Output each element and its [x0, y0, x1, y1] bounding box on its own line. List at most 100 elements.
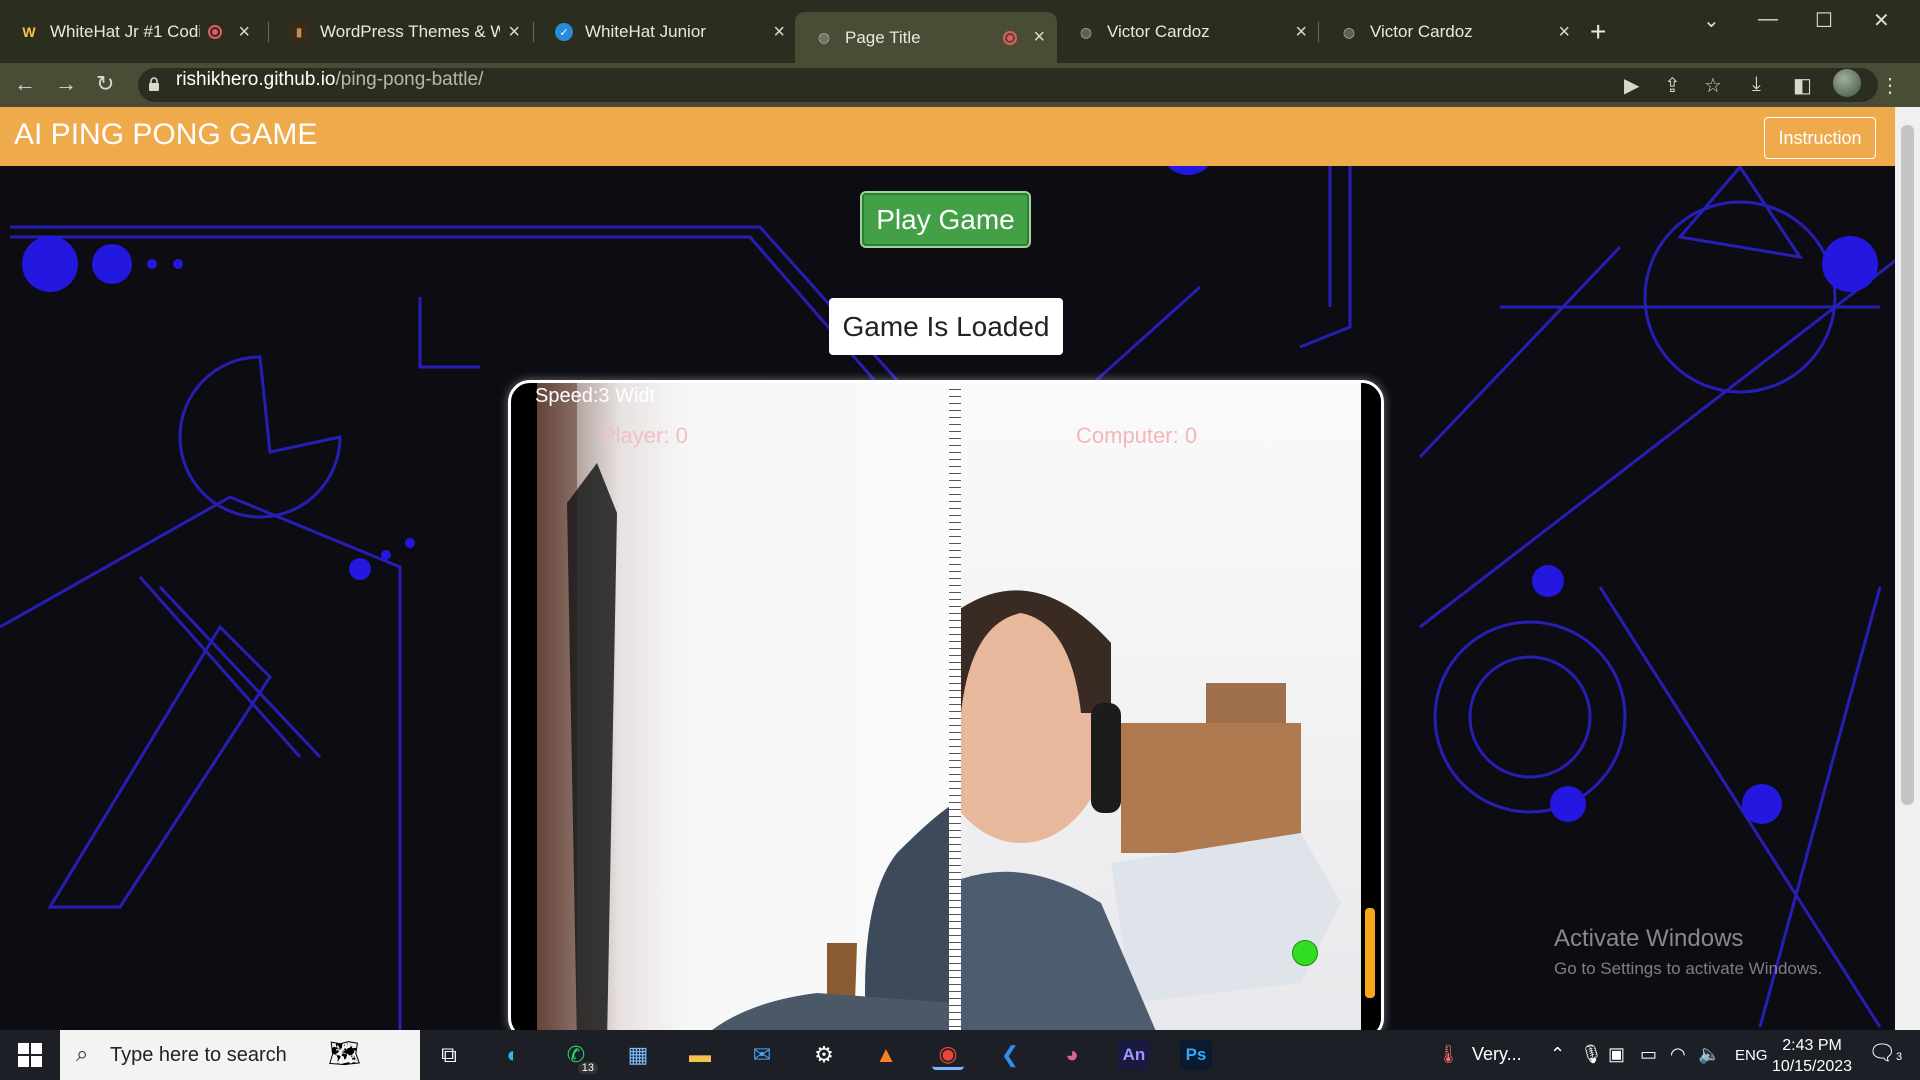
- page-scrollbar[interactable]: [1895, 107, 1920, 1030]
- activate-windows-subtitle: Go to Settings to activate Windows.: [1554, 959, 1823, 978]
- taskbar-search-box[interactable]: ⌕ Type here to search 🗺: [60, 1030, 420, 1080]
- tab-separator: [268, 22, 269, 42]
- site-title: AI PING PONG GAME: [14, 118, 318, 151]
- webcam-feed-right: [961, 383, 1361, 1030]
- page-viewport: AI PING PONG GAME Instruction Play Game …: [0, 107, 1895, 1030]
- tab-search-chevron-icon[interactable]: ⌄: [1703, 8, 1720, 33]
- clock[interactable]: 2:43 PM 10/15/2023: [1772, 1035, 1852, 1077]
- tab-whitehat-junior[interactable]: ✓ WhiteHat Junior ×: [535, 12, 797, 52]
- url-path: /ping-pong-battle/: [335, 69, 484, 90]
- language-indicator[interactable]: ENG: [1735, 1047, 1768, 1064]
- webcam-feed-left: [537, 383, 955, 1030]
- play-game-button[interactable]: Play Game: [860, 191, 1031, 248]
- windows-start-icon[interactable]: [18, 1043, 42, 1067]
- activate-windows-title: Activate Windows: [1554, 925, 1744, 952]
- file-explorer-icon[interactable]: ▬: [684, 1040, 716, 1070]
- url-host: rishikhero.github.io: [176, 69, 336, 90]
- weather-text[interactable]: Very...: [1472, 1044, 1522, 1065]
- show-hidden-icons-chevron[interactable]: ⌃: [1550, 1044, 1565, 1065]
- close-icon[interactable]: ×: [1295, 21, 1307, 44]
- close-window-button[interactable]: ✕: [1873, 8, 1890, 33]
- paint-icon[interactable]: ◕: [1056, 1040, 1088, 1070]
- game-status-label: Game Is Loaded: [829, 298, 1063, 355]
- wifi-icon[interactable]: ◠: [1670, 1044, 1686, 1065]
- task-view-icon[interactable]: ⧉: [433, 1040, 465, 1070]
- clock-time: 2:43 PM: [1782, 1037, 1842, 1054]
- chrome-icon[interactable]: ◉: [932, 1040, 964, 1070]
- themeforest-icon: ▮: [290, 23, 308, 41]
- tab-title: Victor Cardoz: [1370, 22, 1473, 41]
- close-icon[interactable]: ×: [1033, 26, 1045, 49]
- tab-victor-cardoz-1[interactable]: ◍ Victor Cardoz ×: [1057, 12, 1319, 52]
- game-ball: [1292, 940, 1318, 966]
- globe-icon: ◍: [817, 29, 831, 45]
- webcam-scene-left: [537, 383, 955, 1030]
- tab-title: Victor Cardoz: [1107, 22, 1210, 41]
- microsoft-store-icon[interactable]: ▦: [622, 1040, 654, 1070]
- scrollbar-thumb[interactable]: [1901, 125, 1914, 805]
- battery-icon[interactable]: ▭: [1640, 1044, 1657, 1065]
- player-score: Player: 0: [601, 423, 688, 448]
- url-text[interactable]: rishikhero.github.io/ping-pong-battle/: [176, 69, 483, 91]
- network-status-icon[interactable]: ▣: [1608, 1044, 1625, 1065]
- vlc-icon[interactable]: ▲: [870, 1040, 902, 1070]
- game-canvas[interactable]: Speed:3 Widt Player: 0 Computer: 0: [508, 380, 1384, 1030]
- instruction-button[interactable]: Instruction: [1764, 117, 1876, 159]
- tab-title: WhiteHat Junior: [585, 22, 706, 41]
- tab-victor-cardoz-2[interactable]: ◍ Victor Cardoz ×: [1320, 12, 1582, 52]
- animate-icon[interactable]: An: [1118, 1040, 1150, 1070]
- notification-count: 3: [1895, 1051, 1903, 1063]
- tab-whitehat-coding[interactable]: W WhiteHat Jr #1 Coding ×: [0, 12, 262, 52]
- profile-avatar[interactable]: [1833, 69, 1861, 97]
- browser-tab-strip: W WhiteHat Jr #1 Coding × ▮ WordPress Th…: [0, 0, 1920, 63]
- whitehat-icon: W: [22, 24, 36, 40]
- windows-taskbar: ⌕ Type here to search 🗺 ⧉ ◐ ✆ 13 ▦ ▬ ✉ ⚙ …: [0, 1030, 1920, 1080]
- camera-icon[interactable]: ▶: [1624, 73, 1639, 98]
- menu-kebab-icon[interactable]: ⋮: [1880, 73, 1900, 98]
- settings-gear-icon[interactable]: ⚙: [808, 1040, 840, 1070]
- whatsapp-badge: 13: [577, 1062, 598, 1074]
- globe-icon: ◍: [1342, 23, 1356, 40]
- back-button[interactable]: ←: [14, 71, 36, 97]
- bookmark-star-icon[interactable]: ☆: [1704, 73, 1722, 98]
- speed-width-hud: Speed:3 Widt: [535, 385, 656, 407]
- tab-title: Page Title: [845, 27, 921, 47]
- close-icon[interactable]: ×: [238, 21, 250, 44]
- recording-icon: [208, 25, 223, 39]
- reload-button[interactable]: ↻: [96, 71, 114, 97]
- tab-page-title[interactable]: ◍ Page Title ×: [795, 12, 1057, 63]
- photoshop-icon[interactable]: Ps: [1180, 1040, 1212, 1070]
- tab-title: WhiteHat Jr #1 Coding: [50, 22, 200, 41]
- clock-date: 10/15/2023: [1772, 1058, 1853, 1075]
- close-icon[interactable]: ×: [508, 21, 520, 44]
- search-icon: ⌕: [76, 1041, 89, 1066]
- minimize-button[interactable]: —: [1758, 8, 1778, 31]
- close-icon[interactable]: ×: [773, 21, 785, 44]
- browser-toolbar: ← → ↻ rishikhero.github.io/ping-pong-bat…: [0, 63, 1920, 107]
- side-panel-icon[interactable]: ◧: [1793, 73, 1812, 98]
- tab-title: WordPress Themes & Web: [320, 22, 501, 41]
- edge-icon[interactable]: ◐: [497, 1040, 529, 1070]
- maximize-button[interactable]: ☐: [1815, 8, 1833, 33]
- weather-thermometer-icon[interactable]: 🌡: [1437, 1044, 1460, 1065]
- whitehat-junior-icon: ✓: [555, 23, 573, 41]
- lock-icon: [149, 77, 159, 91]
- tab-separator: [1318, 22, 1319, 42]
- whatsapp-icon[interactable]: ✆ 13: [560, 1040, 598, 1074]
- vscode-icon[interactable]: ❮: [994, 1040, 1026, 1070]
- globe-icon: ◍: [1079, 23, 1093, 40]
- mail-icon[interactable]: ✉: [746, 1040, 778, 1070]
- center-net-line: [949, 383, 961, 1030]
- search-highlight-icon: 🗺: [328, 1038, 362, 1068]
- microphone-icon[interactable]: 🎙: [1580, 1044, 1603, 1065]
- site-header: AI PING PONG GAME Instruction: [0, 107, 1895, 166]
- new-tab-button[interactable]: +: [1590, 16, 1606, 48]
- forward-button[interactable]: →: [55, 71, 77, 97]
- notification-center-icon[interactable]: 🗨3: [1868, 1040, 1902, 1066]
- share-icon[interactable]: ⇪: [1664, 73, 1681, 98]
- volume-icon[interactable]: 🔈: [1698, 1044, 1720, 1065]
- close-icon[interactable]: ×: [1558, 21, 1570, 44]
- download-icon[interactable]: ⤓: [1752, 73, 1761, 96]
- tab-wordpress-themes[interactable]: ▮ WordPress Themes & Web ×: [270, 12, 532, 52]
- computer-paddle: [1365, 908, 1375, 998]
